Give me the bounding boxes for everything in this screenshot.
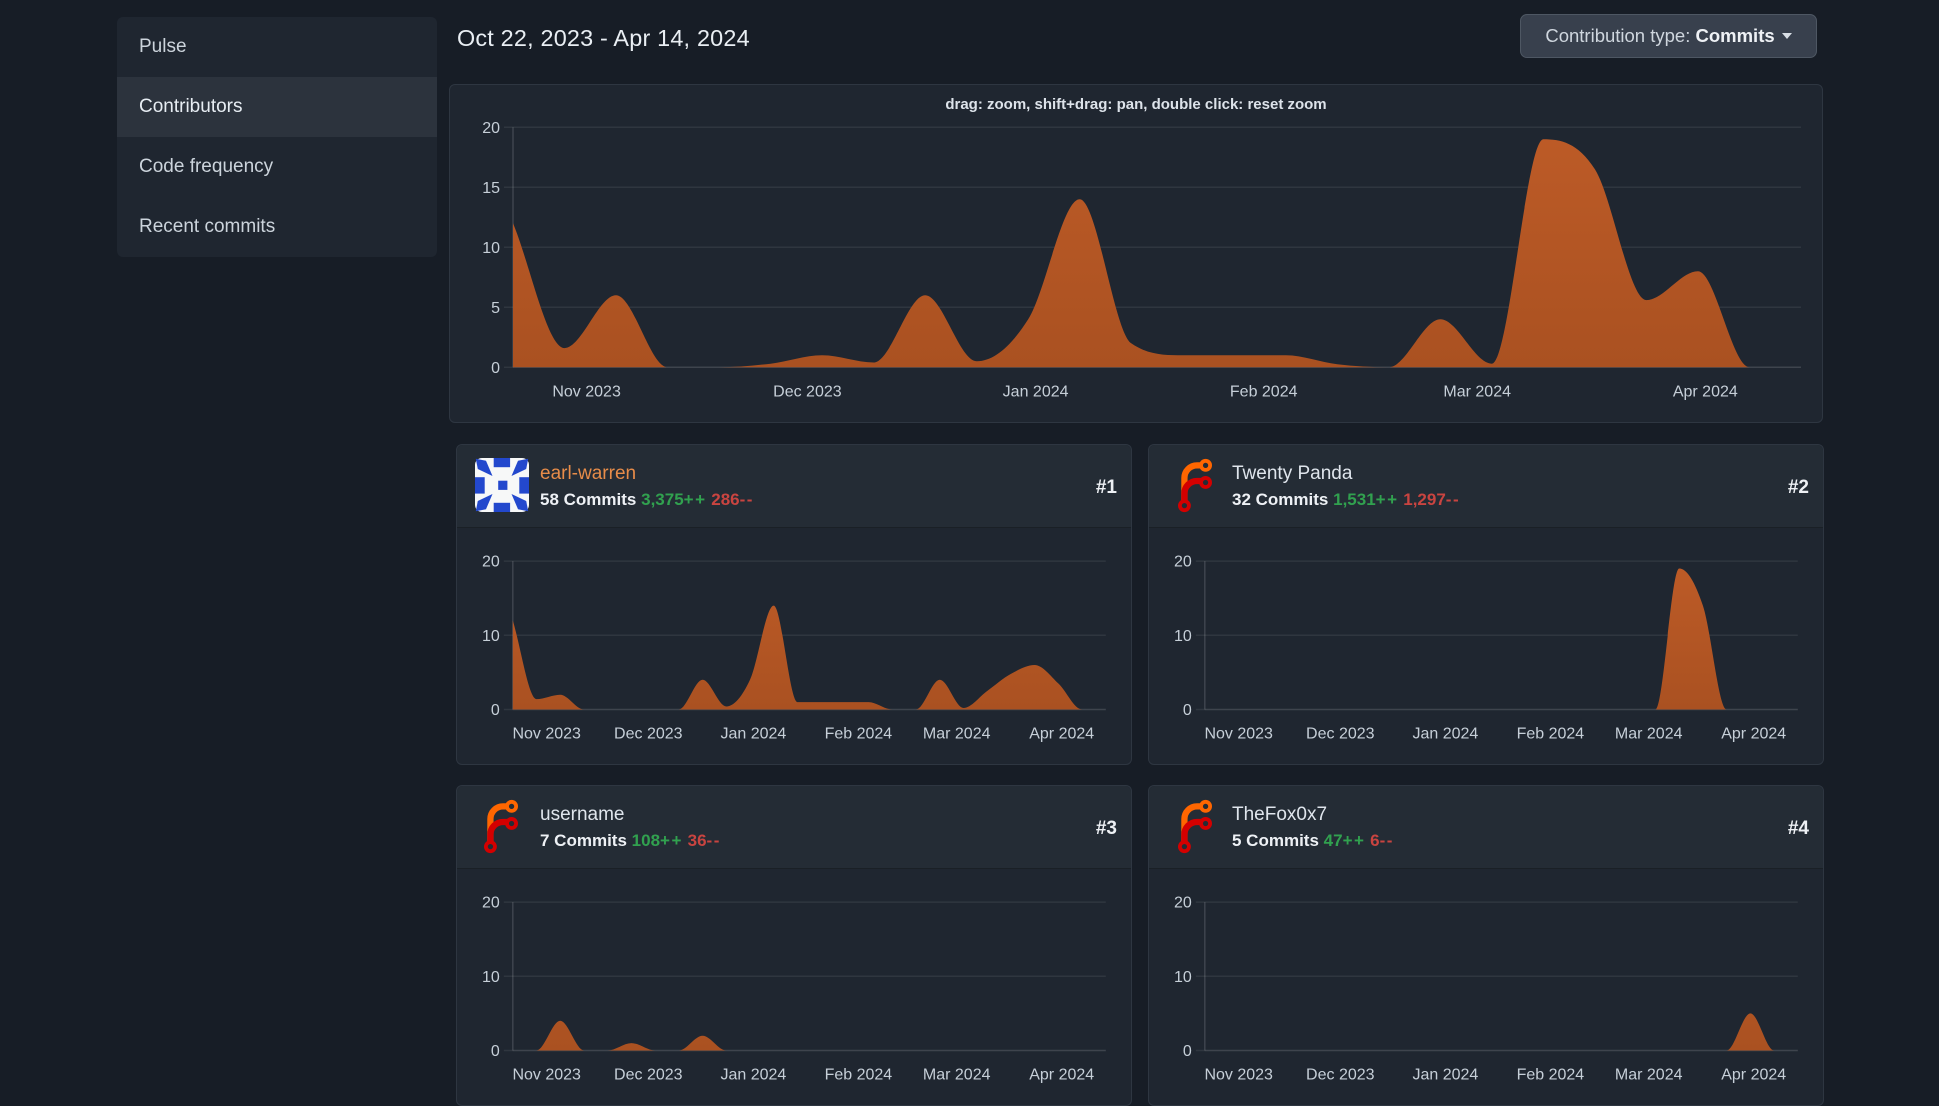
- svg-text:Feb 2024: Feb 2024: [825, 1067, 893, 1084]
- svg-text:0: 0: [491, 702, 500, 719]
- svg-text:Feb 2024: Feb 2024: [1517, 726, 1585, 743]
- svg-text:20: 20: [482, 554, 500, 571]
- svg-text:Jan 2024: Jan 2024: [1412, 1067, 1478, 1084]
- svg-text:0: 0: [1183, 702, 1192, 719]
- svg-text:Apr 2024: Apr 2024: [1673, 383, 1738, 400]
- svg-text:10: 10: [482, 240, 500, 257]
- svg-text:Mar 2024: Mar 2024: [1443, 383, 1511, 400]
- svg-text:20: 20: [482, 120, 500, 137]
- svg-text:10: 10: [1174, 969, 1192, 986]
- svg-text:Nov 2023: Nov 2023: [512, 1067, 581, 1084]
- svg-text:10: 10: [482, 969, 500, 986]
- svg-text:drag: zoom, shift+drag: pan, d: drag: zoom, shift+drag: pan, double clic…: [945, 96, 1326, 113]
- svg-text:20: 20: [1174, 554, 1192, 571]
- svg-text:10: 10: [482, 628, 500, 645]
- svg-text:Nov 2023: Nov 2023: [512, 726, 581, 743]
- svg-text:Apr 2024: Apr 2024: [1029, 726, 1094, 743]
- svg-text:Apr 2024: Apr 2024: [1721, 726, 1786, 743]
- svg-text:20: 20: [1174, 895, 1192, 912]
- svg-text:Mar 2024: Mar 2024: [1615, 1067, 1683, 1084]
- svg-text:Jan 2024: Jan 2024: [720, 726, 786, 743]
- svg-text:Apr 2024: Apr 2024: [1029, 1067, 1094, 1084]
- svg-text:Feb 2024: Feb 2024: [825, 726, 893, 743]
- svg-text:Dec 2023: Dec 2023: [773, 383, 842, 400]
- svg-text:5: 5: [491, 300, 500, 317]
- svg-text:Dec 2023: Dec 2023: [614, 726, 683, 743]
- svg-text:Jan 2024: Jan 2024: [1003, 383, 1069, 400]
- svg-text:Apr 2024: Apr 2024: [1721, 1067, 1786, 1084]
- svg-text:10: 10: [1174, 628, 1192, 645]
- svg-text:Jan 2024: Jan 2024: [720, 1067, 786, 1084]
- svg-text:0: 0: [491, 360, 500, 377]
- svg-text:0: 0: [491, 1043, 500, 1060]
- svg-text:Feb 2024: Feb 2024: [1517, 1067, 1585, 1084]
- svg-text:0: 0: [1183, 1043, 1192, 1060]
- svg-text:Mar 2024: Mar 2024: [923, 1067, 991, 1084]
- svg-text:Dec 2023: Dec 2023: [1306, 1067, 1375, 1084]
- svg-text:Nov 2023: Nov 2023: [552, 383, 621, 400]
- svg-text:Mar 2024: Mar 2024: [1615, 726, 1683, 743]
- svg-text:Nov 2023: Nov 2023: [1204, 726, 1273, 743]
- svg-text:Feb 2024: Feb 2024: [1230, 383, 1298, 400]
- svg-text:Jan 2024: Jan 2024: [1412, 726, 1478, 743]
- svg-text:Mar 2024: Mar 2024: [923, 726, 991, 743]
- svg-text:Dec 2023: Dec 2023: [1306, 726, 1375, 743]
- svg-text:15: 15: [482, 180, 500, 197]
- svg-text:Dec 2023: Dec 2023: [614, 1067, 683, 1084]
- svg-text:20: 20: [482, 895, 500, 912]
- svg-text:Nov 2023: Nov 2023: [1204, 1067, 1273, 1084]
